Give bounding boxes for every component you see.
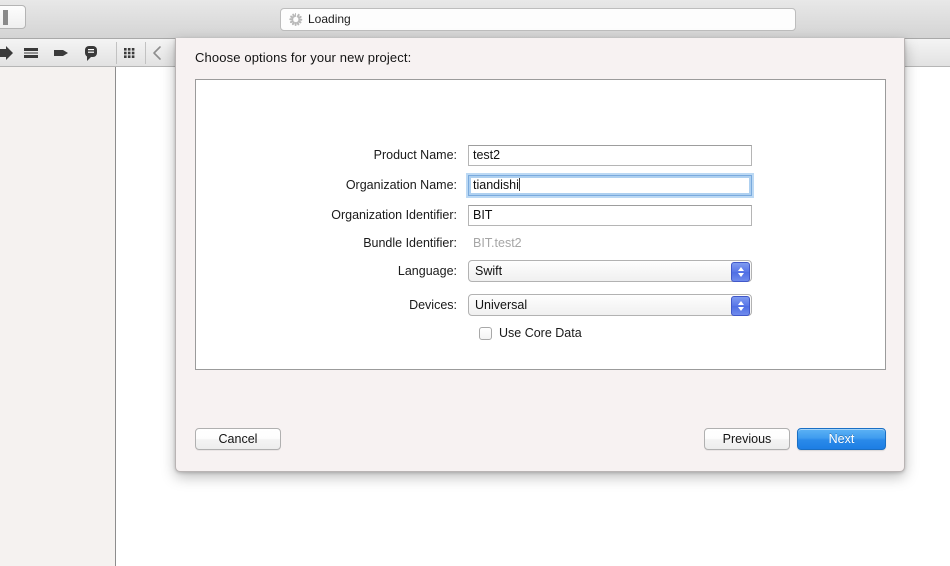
window-titlebar: Loading — [0, 0, 950, 39]
toolbar-separator-2 — [145, 42, 146, 64]
organization-name-label: Organization Name: — [345, 178, 457, 192]
devices-label: Devices: — [409, 298, 457, 312]
language-popup-button[interactable]: Swift — [468, 260, 752, 282]
sidebar-toggle-glyph — [3, 10, 8, 25]
field-row-organization-name: Organization Name: tiandishi — [196, 174, 887, 196]
status-field: Loading — [280, 8, 796, 31]
bundle-identifier-label: Bundle Identifier: — [363, 236, 457, 250]
project-options-dialog: Choose options for your new project: Pro… — [175, 38, 905, 472]
language-value: Swift — [475, 264, 503, 278]
previous-button[interactable]: Previous — [704, 428, 790, 450]
sidebar-toggle-icon[interactable] — [0, 5, 26, 29]
use-core-data-label: Use Core Data — [499, 326, 582, 340]
product-name-label: Product Name: — [373, 148, 457, 162]
options-panel: Product Name: test2 Organization Name: t… — [195, 79, 886, 370]
use-core-data-row[interactable]: Use Core Data — [479, 326, 582, 340]
language-label: Language: — [397, 264, 457, 278]
field-row-product-name: Product Name: test2 — [196, 144, 887, 166]
toolbar-separator — [116, 42, 117, 64]
field-row-bundle-identifier: Bundle Identifier: BIT.test2 — [196, 232, 887, 254]
bundle-identifier-value: BIT.test2 — [473, 236, 522, 250]
devices-popup-button[interactable]: Universal — [468, 294, 752, 316]
comment-bubble-icon[interactable] — [81, 44, 101, 62]
grid-view-icon[interactable] — [120, 44, 140, 62]
tag-icon[interactable] — [51, 44, 71, 62]
use-core-data-checkbox[interactable] — [479, 326, 492, 340]
status-text: Loading — [308, 12, 351, 26]
organization-identifier-value: BIT — [473, 207, 493, 222]
list-view-icon[interactable] — [21, 44, 41, 62]
text-caret — [518, 177, 520, 191]
navigator-pane — [0, 67, 116, 566]
organization-identifier-input[interactable]: BIT — [468, 204, 752, 226]
devices-value: Universal — [475, 298, 528, 312]
product-name-input[interactable]: test2 — [468, 144, 752, 166]
next-button[interactable]: Next — [797, 428, 886, 450]
product-name-value: test2 — [473, 147, 501, 162]
chevron-updown-icon-2 — [731, 296, 750, 316]
organization-identifier-label: Organization Identifier: — [331, 208, 457, 222]
organization-name-value: tiandishi — [473, 177, 519, 192]
chevron-left-icon[interactable] — [148, 44, 168, 62]
spinner-icon — [289, 13, 303, 26]
field-row-devices: Devices: Universal — [196, 294, 887, 316]
dialog-title: Choose options for your new project: — [195, 50, 412, 65]
chevron-updown-icon — [731, 262, 750, 282]
organization-name-input[interactable]: tiandishi — [468, 174, 752, 196]
field-row-language: Language: Swift — [196, 260, 887, 282]
application-window: Loading Choose options for your new proj… — [0, 0, 950, 566]
cancel-button[interactable]: Cancel — [195, 428, 281, 450]
field-row-organization-identifier: Organization Identifier: BIT — [196, 204, 887, 226]
run-arrow-icon[interactable] — [0, 44, 16, 62]
